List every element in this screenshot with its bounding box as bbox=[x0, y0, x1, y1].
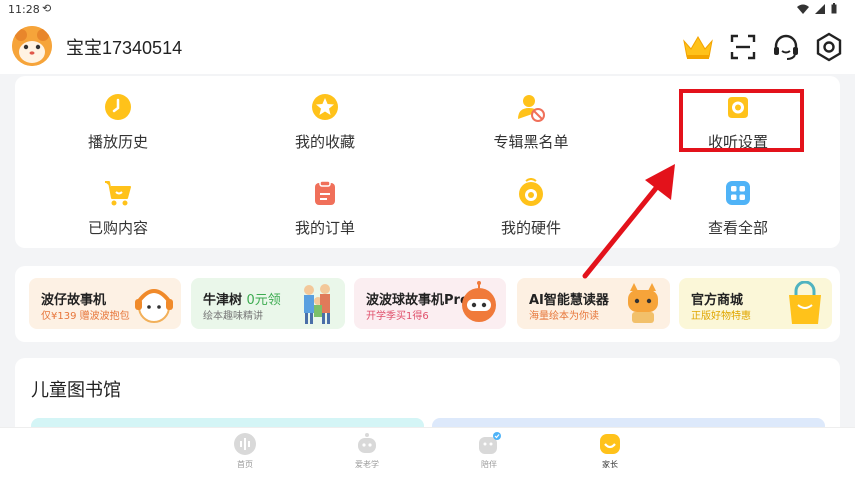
tab-home[interactable]: 首页 bbox=[215, 432, 275, 470]
menu-item-orders[interactable]: 我的订单 bbox=[265, 178, 385, 248]
family-icon bbox=[304, 284, 330, 324]
promo-title: 波仔故事机 bbox=[41, 293, 107, 308]
menu-item-label: 播放历史 bbox=[87, 133, 148, 151]
vip-crown-button[interactable] bbox=[681, 30, 715, 64]
tab-label: 爱老学 bbox=[355, 460, 379, 469]
scan-button[interactable] bbox=[726, 30, 760, 64]
notification-icon: ⟲ bbox=[42, 2, 52, 15]
headset-icon bbox=[774, 34, 798, 60]
promo-official-store[interactable]: 官方商城 正版好物特惠 bbox=[679, 278, 832, 329]
profile-header: 宝宝17340514 bbox=[0, 20, 855, 74]
status-bar: 11:28 ⟲ bbox=[0, 0, 855, 20]
highlight-box bbox=[679, 89, 804, 152]
promo-subtitle: 开学季买1得6 bbox=[366, 311, 429, 322]
star-icon bbox=[312, 94, 338, 120]
status-time: 11:28 bbox=[8, 3, 40, 16]
parent-icon bbox=[600, 434, 620, 454]
settings-button[interactable] bbox=[812, 30, 846, 64]
menu-item-purchased[interactable]: 已购内容 bbox=[58, 178, 178, 248]
tab-label: 首页 bbox=[237, 460, 253, 469]
hamster-avatar-icon bbox=[12, 26, 52, 66]
menu-item-hardware[interactable]: 我的硬件 bbox=[471, 178, 591, 248]
avatar[interactable] bbox=[12, 26, 52, 66]
menu-item-view-all[interactable]: 查看全部 bbox=[678, 178, 798, 248]
crown-icon bbox=[683, 36, 713, 59]
promo-story-machine[interactable]: 波仔故事机 仅¥139 赠波波抱包 bbox=[29, 278, 181, 329]
gear-icon bbox=[816, 32, 842, 62]
promo-title: 官方商城 bbox=[691, 293, 744, 308]
menu-item-label: 我的硬件 bbox=[500, 219, 561, 237]
signal-icon bbox=[815, 3, 825, 14]
promo-title: 牛津树 0元领 bbox=[203, 289, 281, 308]
promo-banner-card: 波仔故事机 仅¥139 赠波波抱包 牛津树 0元领 绘本趣味精讲 波波球故事机P… bbox=[15, 266, 840, 342]
menu-item-play-history[interactable]: 播放历史 bbox=[58, 92, 178, 162]
clock-icon bbox=[105, 94, 131, 120]
promo-subtitle: 海量绘本为你读 bbox=[529, 311, 599, 322]
tab-label: 陪伴 bbox=[481, 460, 497, 469]
tab-learn[interactable]: 爱老学 bbox=[337, 432, 397, 470]
grid-icon bbox=[726, 181, 750, 205]
wifi-icon bbox=[797, 4, 809, 14]
cart-icon bbox=[105, 181, 131, 206]
promo-subtitle: 正版好物特惠 bbox=[691, 311, 751, 322]
tab-label: 家长 bbox=[602, 460, 618, 469]
promo-bobo-ball[interactable]: 波波球故事机Pro 开学季买1得6 bbox=[354, 278, 506, 329]
promo-ai-reader[interactable]: AI智能慧读器 海量绘本为你读 bbox=[517, 278, 670, 329]
battery-icon bbox=[831, 3, 837, 14]
promo-subtitle: 绘本趣味精讲 bbox=[203, 311, 263, 322]
promo-title-highlight: 0元领 bbox=[246, 293, 281, 308]
menu-item-favorites[interactable]: 我的收藏 bbox=[265, 92, 385, 162]
promo-title: 波波球故事机Pro bbox=[366, 293, 469, 308]
menu-item-label: 我的收藏 bbox=[294, 133, 355, 151]
red-arrow-annotation bbox=[582, 164, 675, 279]
tab-companion[interactable]: 陪伴 bbox=[459, 432, 519, 470]
companion-icon bbox=[479, 432, 501, 454]
scan-icon bbox=[730, 34, 756, 60]
customer-service-button[interactable] bbox=[769, 30, 803, 64]
reader-robot-icon bbox=[628, 283, 658, 323]
tab-parent[interactable]: 家长 bbox=[580, 432, 640, 470]
menu-item-label: 我的订单 bbox=[294, 219, 355, 237]
menu-item-album-blacklist[interactable]: 专辑黑名单 bbox=[471, 92, 591, 162]
promo-oxford-tree[interactable]: 牛津树 0元领 绘本趣味精讲 bbox=[191, 278, 345, 329]
device-icon bbox=[519, 178, 543, 206]
story-machine-icon bbox=[135, 289, 173, 323]
user-block-icon bbox=[518, 95, 545, 122]
bottom-tab-bar: 首页 爱老学 陪伴 家长 bbox=[0, 427, 855, 481]
ball-robot-icon bbox=[462, 281, 496, 322]
menu-item-label: 专辑黑名单 bbox=[493, 133, 569, 151]
promo-subtitle: 仅¥139 赠波波抱包 bbox=[41, 311, 130, 322]
robot-icon bbox=[358, 433, 376, 453]
status-indicators bbox=[797, 3, 837, 14]
order-icon bbox=[315, 180, 335, 205]
shopping-bag-icon bbox=[789, 281, 821, 324]
menu-item-label: 已购内容 bbox=[87, 219, 148, 237]
menu-item-label: 查看全部 bbox=[707, 219, 768, 237]
home-sound-icon bbox=[234, 433, 256, 455]
section-title: 儿童图书馆 bbox=[31, 380, 121, 401]
username: 宝宝17340514 bbox=[66, 38, 183, 58]
promo-title-text: 牛津树 bbox=[203, 293, 247, 308]
promo-title: AI智能慧读器 bbox=[529, 293, 609, 308]
